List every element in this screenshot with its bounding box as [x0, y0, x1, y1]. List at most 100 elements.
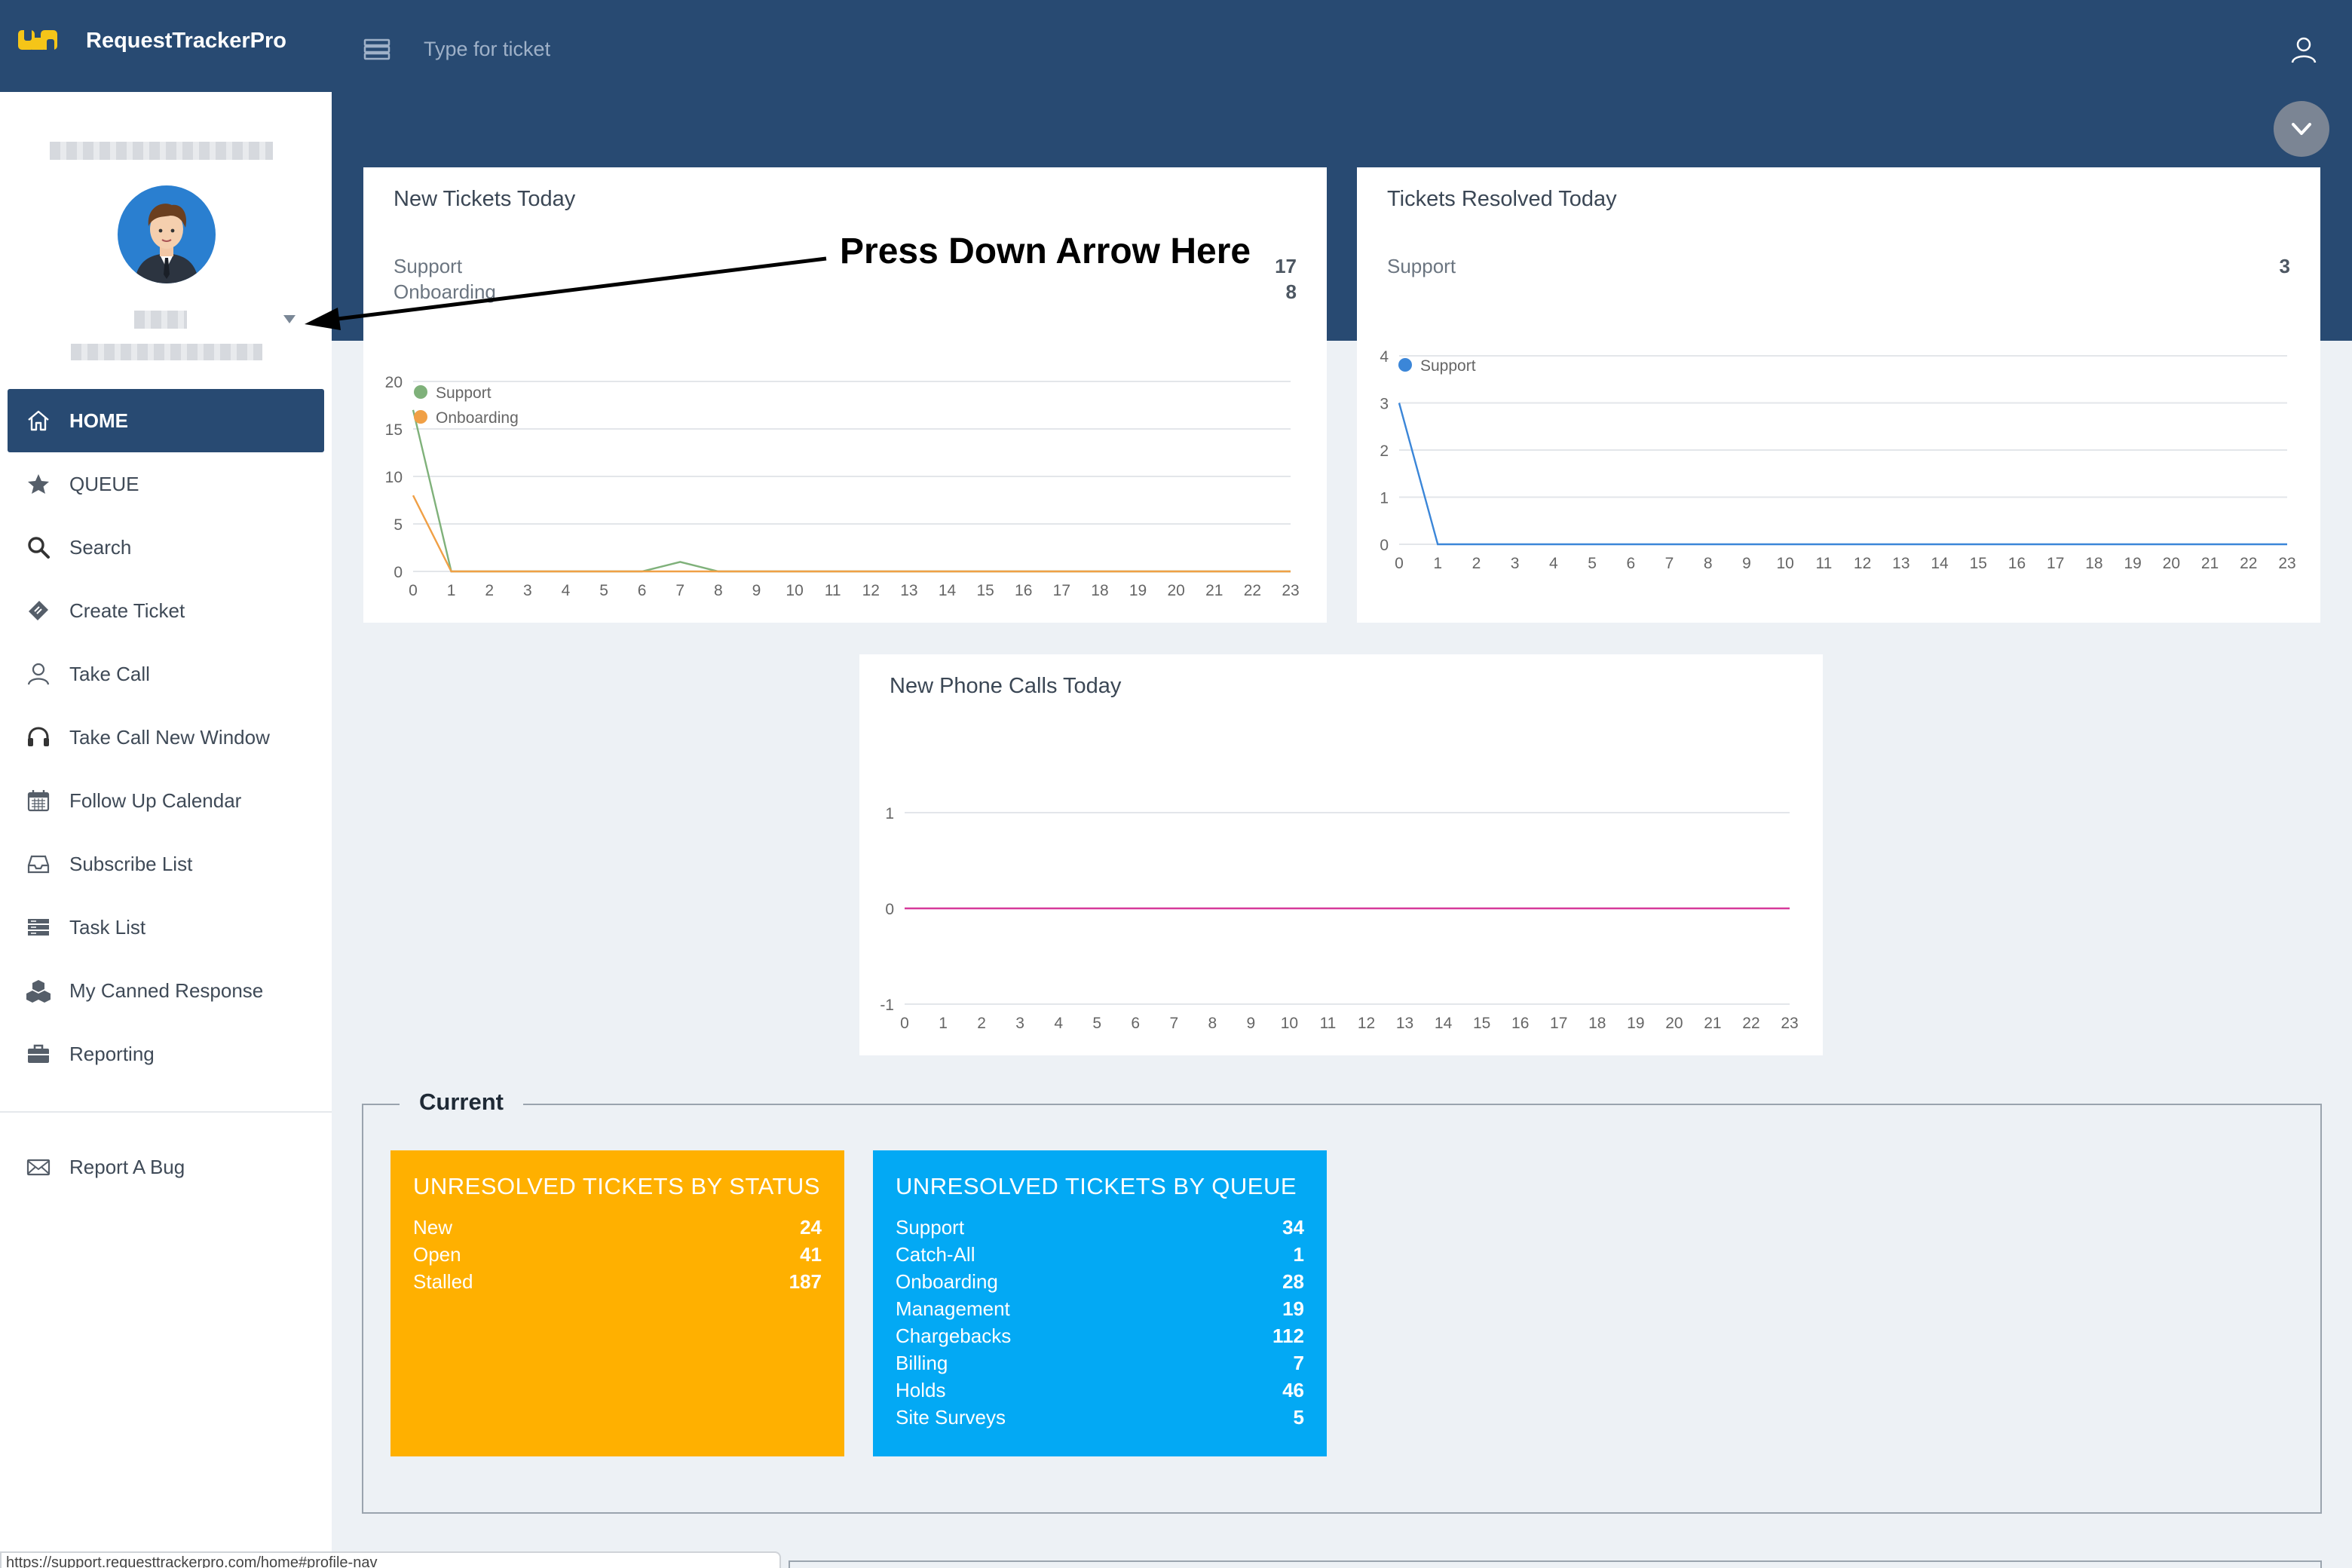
x-tick-label: 19	[2124, 555, 2141, 572]
x-tick-label: 10	[1776, 555, 1793, 572]
x-tick-label: 11	[1815, 555, 1832, 572]
envelope-icon	[26, 1159, 51, 1176]
sidebar-item-reporting[interactable]: Reporting	[0, 1022, 332, 1086]
card-row[interactable]: Catch-All 1	[896, 1241, 1304, 1268]
x-tick-label: 8	[1704, 555, 1713, 572]
app-title[interactable]: RequestTrackerPro	[86, 26, 286, 56]
x-tick-label: 0	[900, 1015, 909, 1032]
sidebar-item-take-call-new-window[interactable]: Take Call New Window	[0, 706, 332, 769]
card-row-label: Onboarding	[896, 1270, 998, 1293]
x-tick-label: 8	[714, 582, 723, 599]
card-row[interactable]: New 24	[413, 1214, 822, 1241]
card-row[interactable]: Open 41	[413, 1241, 822, 1268]
x-tick-label: 21	[1205, 582, 1223, 599]
sidebar-item-report-a-bug[interactable]: Report A Bug	[0, 1135, 332, 1199]
x-tick-label: 19	[1627, 1015, 1644, 1032]
x-tick-label: 5	[599, 582, 608, 599]
card-row-value: 112	[1272, 1325, 1304, 1347]
x-tick-label: 15	[1970, 555, 1987, 572]
x-tick-label: 13	[900, 582, 917, 599]
card-row-label: Billing	[896, 1352, 948, 1374]
menu-toggle-icon[interactable]	[363, 38, 390, 60]
sidebar-divider	[0, 1111, 332, 1113]
card-row-value: 5	[1293, 1406, 1304, 1429]
x-tick-label: 5	[1092, 1015, 1101, 1032]
card-row[interactable]: Chargebacks 112	[896, 1322, 1304, 1349]
x-tick-label: 4	[562, 582, 571, 599]
y-tick-label: 10	[385, 469, 403, 486]
sidebar-item-take-call[interactable]: Take Call	[0, 642, 332, 706]
legend-label: Support	[1420, 357, 1476, 375]
card-row[interactable]: Billing 7	[896, 1349, 1304, 1377]
summary-row-onboarding: Onboarding 8	[394, 280, 1297, 304]
summary-label: Onboarding	[394, 280, 496, 303]
x-tick-label: 7	[675, 582, 684, 599]
sidebar-item-label: QUEUE	[69, 472, 139, 495]
sidebar-item-label: Follow Up Calendar	[69, 789, 242, 812]
y-tick-label: 3	[1380, 396, 1389, 413]
collapse-button[interactable]	[2274, 101, 2329, 157]
sidebar-item-search[interactable]: Search	[0, 516, 332, 579]
x-tick-label: 17	[2047, 555, 2064, 572]
x-tick-label: 18	[1588, 1015, 1606, 1032]
sidebar-item-queue[interactable]: QUEUE	[0, 452, 332, 516]
x-tick-label: 20	[1665, 1015, 1683, 1032]
profile-dropdown-caret-icon[interactable]	[283, 315, 296, 323]
summary-label: Support	[394, 255, 463, 277]
card-row-label: Catch-All	[896, 1243, 975, 1266]
legend-marker	[1398, 358, 1412, 372]
sidebar-item-follow-up-calendar[interactable]: Follow Up Calendar	[0, 769, 332, 832]
sidebar-item-label: Report A Bug	[69, 1155, 185, 1178]
x-tick-label: 7	[1665, 555, 1674, 572]
summary-value: 3	[2279, 255, 2290, 277]
app-logo-icon[interactable]	[18, 26, 60, 54]
card-row-label: New	[413, 1216, 453, 1239]
sidebar-item-create-ticket[interactable]: Create Ticket	[0, 579, 332, 642]
card-row-value: 187	[789, 1270, 822, 1293]
card-row[interactable]: Management 19	[896, 1295, 1304, 1322]
card-row[interactable]: Stalled 187	[413, 1268, 822, 1295]
y-tick-label: 1	[885, 805, 894, 822]
x-tick-label: 0	[409, 582, 418, 599]
x-tick-label: 1	[1433, 555, 1442, 572]
card-row[interactable]: Holds 46	[896, 1377, 1304, 1404]
sidebar-item-task-list[interactable]: Task List	[0, 896, 332, 959]
annotation-label: Press Down Arrow Here	[840, 231, 1251, 271]
sidebar-item-subscribe-list[interactable]: Subscribe List	[0, 832, 332, 896]
legend-label: Onboarding	[436, 409, 519, 427]
card-row-value: 24	[800, 1216, 822, 1239]
card-row-label: Chargebacks	[896, 1325, 1012, 1347]
x-tick-label: 14	[1435, 1015, 1453, 1032]
chevron-down-icon	[2292, 123, 2311, 135]
ticket-search-input[interactable]	[422, 33, 953, 65]
card-row-value: 7	[1293, 1352, 1304, 1374]
briefcase-icon	[28, 1044, 49, 1063]
browser-status-url: https://support.requesttrackerpro.com/ho…	[0, 1551, 781, 1568]
card-row-value: 41	[800, 1243, 822, 1266]
sidebar-item-home[interactable]: HOME	[8, 389, 324, 452]
sidebar-item-my-canned-response[interactable]: My Canned Response	[0, 959, 332, 1022]
x-tick-label: 14	[1931, 555, 1949, 572]
status-rows: New 24 Open 41 Stalled 187	[413, 1214, 822, 1295]
star-icon	[28, 474, 49, 494]
x-tick-label: 2	[485, 582, 494, 599]
card-row[interactable]: Onboarding 28	[896, 1268, 1304, 1295]
x-tick-label: 7	[1169, 1015, 1178, 1032]
x-tick-label: 13	[1892, 555, 1909, 572]
card-row-value: 34	[1282, 1216, 1304, 1239]
user-profile-icon[interactable]	[2289, 35, 2319, 65]
ticket-icon	[29, 601, 48, 620]
queue-rows: Support 34 Catch-All 1 Onboarding 28 Managemen…	[896, 1214, 1304, 1431]
x-tick-label: 9	[752, 582, 761, 599]
card-row[interactable]: Site Surveys 5	[896, 1404, 1304, 1431]
card-row[interactable]: Support 34	[896, 1214, 1304, 1241]
x-tick-label: 22	[1244, 582, 1261, 599]
x-tick-label: 11	[825, 582, 841, 599]
summary-row-support: Support 3	[1387, 255, 2290, 278]
avatar[interactable]	[118, 185, 216, 283]
card-row-label: Holds	[896, 1379, 946, 1401]
card-row-label: Site Surveys	[896, 1406, 1006, 1429]
x-tick-label: 22	[2240, 555, 2257, 572]
x-tick-label: 17	[1053, 582, 1070, 599]
panel-title: New Phone Calls Today	[890, 674, 1122, 698]
